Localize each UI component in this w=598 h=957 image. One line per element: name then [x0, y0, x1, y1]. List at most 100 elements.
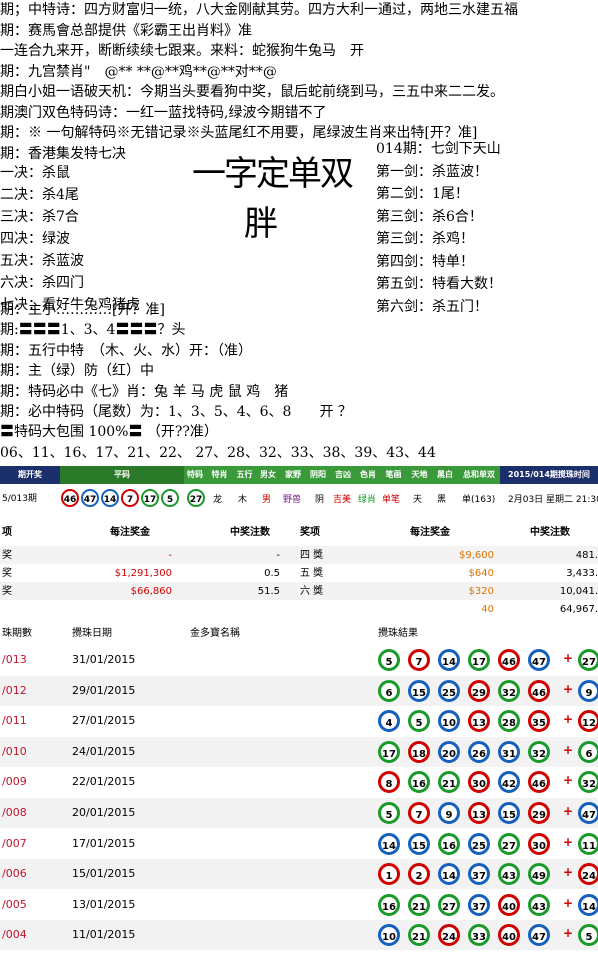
prize-amount: $1,291,300 — [114, 568, 172, 579]
header-cell: 2015/014期搅珠时间 — [500, 466, 598, 484]
plus-sign: + — [563, 804, 574, 818]
result-ball: 14 — [438, 649, 460, 671]
header-cell: 笔画 — [380, 466, 407, 484]
history-date: 22/01/2015 — [72, 775, 136, 789]
prize-name: 奖 — [2, 550, 12, 561]
text-line: 期：九宫禁肖" @** **@**鸡**@**对**@ — [0, 63, 277, 80]
history-period[interactable]: /010 — [2, 745, 27, 758]
history-header: 攪珠結果 — [378, 628, 418, 639]
header-value-luck: 吉美 — [333, 495, 352, 505]
result-ball: 25 — [438, 679, 460, 702]
special-result-ball: 9 — [578, 679, 598, 702]
left-verse: 三决：杀7合 — [0, 209, 79, 225]
header-cell: 天地 — [407, 466, 432, 484]
special-result-ball: 14 — [578, 893, 598, 916]
result-ball: 13 — [468, 802, 490, 824]
result-ball: 5 — [378, 802, 400, 824]
special-ball: 27 — [187, 489, 205, 507]
period-label: 5/013期 — [2, 494, 37, 504]
plus-sign: + — [563, 926, 574, 941]
header-cell: 特码 — [184, 466, 206, 484]
header-cell: 吉凶 — [330, 466, 356, 484]
prize-count: 481. — [575, 550, 598, 561]
result-ball: 46 — [498, 649, 520, 671]
result-ball: 20 — [438, 740, 460, 763]
header-cell: 平码 — [60, 466, 184, 484]
special-result-ball: 32 — [578, 771, 598, 794]
right-verse: 第四剑：特单！ — [376, 253, 474, 270]
header-value-next: 2月03日 星期二 21:30 — [508, 495, 598, 505]
prize-name: 奖 — [2, 586, 12, 597]
text-line: 期：主小…………[开？准] — [0, 302, 165, 318]
prize-count: 0.5 — [264, 568, 280, 579]
result-ball: 26 — [468, 740, 490, 763]
result-ball: 9 — [438, 802, 460, 824]
plus-sign: + — [563, 712, 574, 727]
result-ball: 47 — [528, 649, 550, 671]
header-value-home: 野兽 — [283, 495, 302, 505]
history-header: 攪珠日期 — [72, 628, 112, 639]
result-ball: 16 — [438, 832, 460, 855]
prize-amount: $9,600 — [459, 550, 494, 561]
prize-amount: $320 — [468, 586, 494, 597]
plain-ball: 14 — [101, 489, 119, 507]
text-line: 期：主（绿）防（红）中 — [0, 363, 154, 380]
right-verse: 第三剑：杀鸡！ — [376, 231, 474, 247]
result-ball: 32 — [498, 679, 520, 702]
header-value-bw: 黑 — [437, 495, 447, 505]
handwritten-title: 一字定单双 — [192, 154, 354, 194]
result-ball: 31 — [498, 740, 520, 763]
history-period[interactable]: /005 — [2, 898, 27, 911]
history-date: 13/01/2015 — [72, 897, 136, 911]
plain-ball: 17 — [141, 489, 159, 507]
result-ball: 27 — [438, 893, 460, 916]
prize-count: 3,433. — [566, 568, 598, 579]
prize-amount: 40 — [481, 604, 494, 615]
result-ball: 32 — [528, 740, 550, 763]
right-verse: 第三剑：杀6合！ — [376, 208, 483, 225]
text-line: 期：五行中特 （木、火、水）开：（准） — [0, 342, 252, 359]
history-date: 29/01/2015 — [72, 683, 136, 697]
history-period[interactable]: /012 — [2, 684, 27, 697]
plain-ball: 5 — [161, 489, 179, 507]
prize-row-bg — [0, 600, 598, 618]
history-header: 金多寶名稱 — [190, 628, 240, 639]
header-value-strokes: 单笔 — [382, 495, 401, 505]
result-ball: 17 — [468, 649, 490, 671]
right-verse: 第五剑：特看大数！ — [376, 276, 502, 292]
plus-sign: + — [563, 834, 574, 849]
history-period[interactable]: /004 — [2, 928, 27, 941]
special-result-ball: 5 — [578, 924, 598, 947]
result-ball: 43 — [528, 893, 550, 916]
history-period[interactable]: /013 — [2, 653, 27, 666]
handwritten-char: 胖 — [244, 204, 278, 244]
history-period[interactable]: /009 — [2, 775, 27, 788]
result-ball: 7 — [408, 802, 430, 824]
prize-header: 每注奖金 — [110, 527, 150, 538]
text-line: 期：必中特码（尾数）为：1、3、5、4、6、8 开 ？ — [0, 404, 352, 420]
prize-row-bg — [0, 564, 598, 582]
header-cell: 家野 — [280, 466, 306, 484]
result-ball: 29 — [528, 802, 550, 824]
history-period[interactable]: /006 — [2, 867, 27, 880]
result-ball: 25 — [468, 832, 490, 855]
history-period[interactable]: /008 — [2, 806, 27, 819]
text-line: 期：特码必中《七》肖：兔 羊 马 虎 鼠 鸡 猪 — [0, 383, 289, 400]
plus-sign: + — [563, 895, 574, 910]
prize-row-bg — [0, 546, 598, 564]
prize-row-bg — [0, 582, 598, 600]
history-period[interactable]: /011 — [2, 714, 27, 727]
text-line: 期：香港集发特七决 — [0, 145, 126, 162]
plain-ball: 7 — [121, 489, 139, 507]
header-value-sky: 天 — [413, 495, 423, 505]
right-verse: 014期：七剑下天山 — [376, 141, 501, 157]
text-line: 〓特码大包围 100%〓 （开??准） — [0, 424, 218, 441]
result-ball: 21 — [408, 893, 430, 916]
text-line: 期：赛馬會总部提供《彩霸王出肖料》准 — [0, 22, 252, 39]
header-cell: 五行 — [233, 466, 256, 484]
prize-header: 奖项 — [300, 527, 320, 538]
result-ball: 6 — [378, 679, 400, 702]
history-period[interactable]: /007 — [2, 837, 27, 850]
text-line: 期白小姐一语破天机：今期当头要看狗中奖，鼠后蛇前绕到马，三五中来二二发。 — [0, 84, 504, 100]
prize-count: 10,041. — [559, 586, 598, 597]
